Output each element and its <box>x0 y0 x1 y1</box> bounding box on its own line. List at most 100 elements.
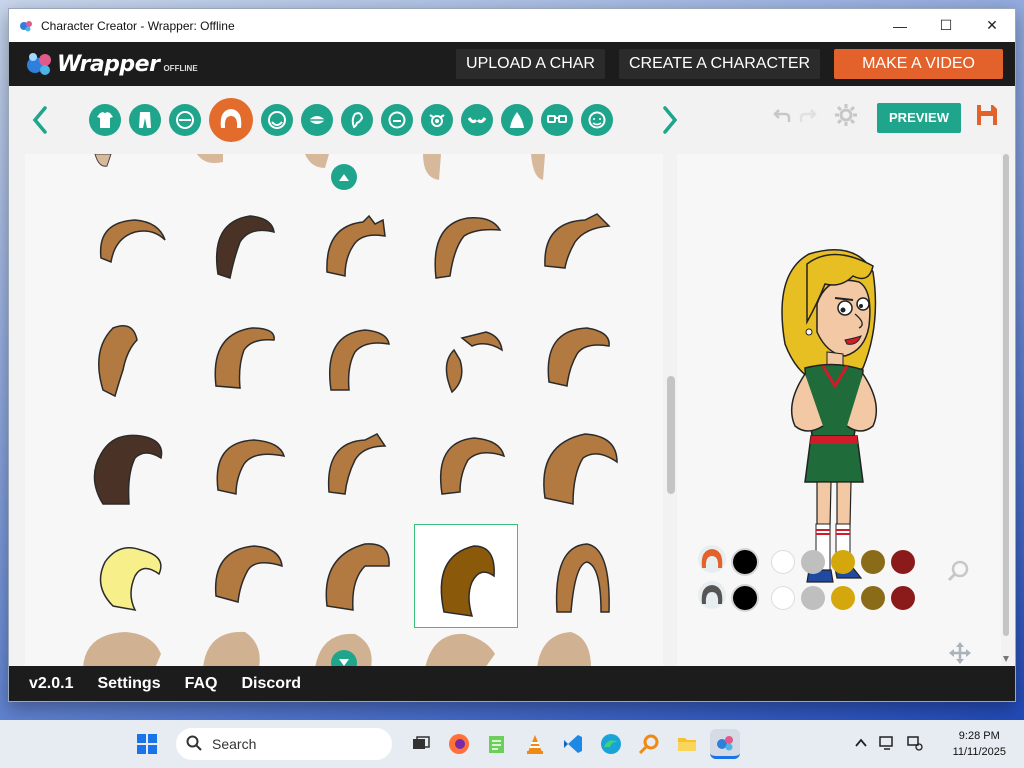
hair-shape <box>327 433 387 495</box>
color-swatch[interactable] <box>801 585 825 610</box>
hair-part-2-icon[interactable] <box>697 580 727 615</box>
hair-option[interactable] <box>192 308 296 412</box>
search-placeholder: Search <box>212 736 257 752</box>
nose-category-icon[interactable] <box>381 104 413 136</box>
network-icon[interactable] <box>906 734 924 757</box>
hair-option[interactable] <box>414 308 518 412</box>
settings-link[interactable]: Settings <box>97 675 160 693</box>
hair-option[interactable] <box>81 524 185 628</box>
hair-option[interactable] <box>192 524 296 628</box>
file-explorer-icon[interactable] <box>672 729 702 759</box>
mouth-category-icon[interactable] <box>301 104 333 136</box>
hair-option[interactable] <box>192 200 296 304</box>
hair-part-icon[interactable] <box>697 544 727 579</box>
color-swatch[interactable] <box>831 549 855 574</box>
hair-shape <box>440 545 495 617</box>
color-swatch[interactable] <box>861 585 885 610</box>
facial-hair-category-icon[interactable] <box>581 104 613 136</box>
color-swatch[interactable] <box>891 585 915 610</box>
hair-shape <box>98 325 138 398</box>
system-clock[interactable]: 9:28 PM 11/11/2025 <box>953 728 1006 760</box>
grid-scrollbar[interactable] <box>667 376 675 494</box>
logo-sub: OFFLINE <box>163 63 198 73</box>
hair-option[interactable] <box>525 200 629 304</box>
hair-shape <box>99 219 166 264</box>
vlc-icon[interactable] <box>520 729 550 759</box>
save-icon[interactable] <box>975 103 999 132</box>
taskbar-search[interactable]: Search <box>176 728 392 760</box>
close-button[interactable]: ✕ <box>969 9 1015 42</box>
color-swatch[interactable] <box>771 549 795 574</box>
task-view-icon[interactable] <box>406 729 436 759</box>
hair-shape <box>329 329 390 391</box>
hair-option[interactable] <box>414 200 518 304</box>
upload-char-button[interactable]: UPLOAD A CHAR <box>456 49 605 79</box>
color-swatch[interactable] <box>801 549 825 574</box>
wrapper-app-icon[interactable] <box>710 729 740 759</box>
next-category-arrow[interactable] <box>655 100 685 140</box>
pants-category-icon[interactable] <box>129 104 161 136</box>
app-footer: v2.0.1 Settings FAQ Discord <box>9 666 1015 701</box>
hair-shape <box>445 331 503 394</box>
hair-option[interactable] <box>192 416 296 520</box>
hair-shape <box>214 327 275 389</box>
discord-link[interactable]: Discord <box>242 675 302 693</box>
hair-category-icon[interactable] <box>209 98 253 142</box>
hair-shape <box>555 543 610 613</box>
hair-shape <box>547 327 610 387</box>
scroll-up-button[interactable] <box>331 164 357 190</box>
make-video-button[interactable]: MAKE A VIDEO <box>834 49 1003 79</box>
redo-icon[interactable] <box>799 106 817 129</box>
hair-option[interactable] <box>414 416 518 520</box>
face-category-icon[interactable] <box>169 104 201 136</box>
hair-option[interactable] <box>525 416 629 520</box>
eyebrows-category-icon[interactable] <box>461 104 493 136</box>
hair-option[interactable] <box>81 308 185 412</box>
app-icon <box>17 17 35 35</box>
vscode-icon[interactable] <box>558 729 588 759</box>
shirt-category-icon[interactable] <box>89 104 121 136</box>
hair-option[interactable] <box>303 416 407 520</box>
hair-shape <box>216 439 286 495</box>
hair-option[interactable] <box>525 308 629 412</box>
chevron-up-icon[interactable] <box>854 736 868 755</box>
color-swatch[interactable] <box>831 585 855 610</box>
color-swatch[interactable] <box>861 549 885 574</box>
hair-option[interactable] <box>81 200 185 304</box>
head-category-icon[interactable] <box>261 104 293 136</box>
start-button[interactable] <box>132 729 162 759</box>
maximize-button[interactable]: ☐ <box>923 9 969 42</box>
main-scrollbar[interactable] <box>1001 154 1011 668</box>
hair-option[interactable] <box>525 524 629 628</box>
ear-category-icon[interactable] <box>341 104 373 136</box>
undo-icon[interactable] <box>773 106 791 129</box>
magnifier-app-icon[interactable] <box>634 729 664 759</box>
firefox-icon[interactable] <box>444 729 474 759</box>
skin-category-icon[interactable] <box>501 104 533 136</box>
minimize-button[interactable]: — <box>877 9 923 42</box>
prev-category-arrow[interactable] <box>25 100 55 140</box>
wrapper-logo[interactable]: Wrapper OFFLINE <box>25 51 442 77</box>
zoom-icon[interactable] <box>947 560 969 587</box>
color-swatch-active[interactable] <box>733 549 757 574</box>
color-swatch-active[interactable] <box>733 585 757 610</box>
notepad-icon[interactable] <box>482 729 512 759</box>
gear-icon[interactable] <box>833 102 859 133</box>
color-swatch[interactable] <box>771 585 795 610</box>
create-character-button[interactable]: CREATE A CHARACTER <box>618 49 821 79</box>
display-icon[interactable] <box>878 734 896 757</box>
preview-button[interactable]: PREVIEW <box>877 102 961 133</box>
hair-option-selected[interactable] <box>414 524 518 628</box>
hair-option[interactable] <box>81 416 185 520</box>
color-swatch[interactable] <box>891 549 915 574</box>
hair-shape <box>439 437 506 495</box>
hair-option[interactable] <box>303 200 407 304</box>
faq-link[interactable]: FAQ <box>185 675 218 693</box>
version-label: v2.0.1 <box>29 674 74 692</box>
edge-icon[interactable] <box>596 729 626 759</box>
eyes-category-icon[interactable] <box>421 104 453 136</box>
hair-shape <box>543 433 618 505</box>
hair-option[interactable] <box>303 308 407 412</box>
hair-option[interactable] <box>303 524 407 628</box>
glasses-category-icon[interactable] <box>541 104 573 136</box>
